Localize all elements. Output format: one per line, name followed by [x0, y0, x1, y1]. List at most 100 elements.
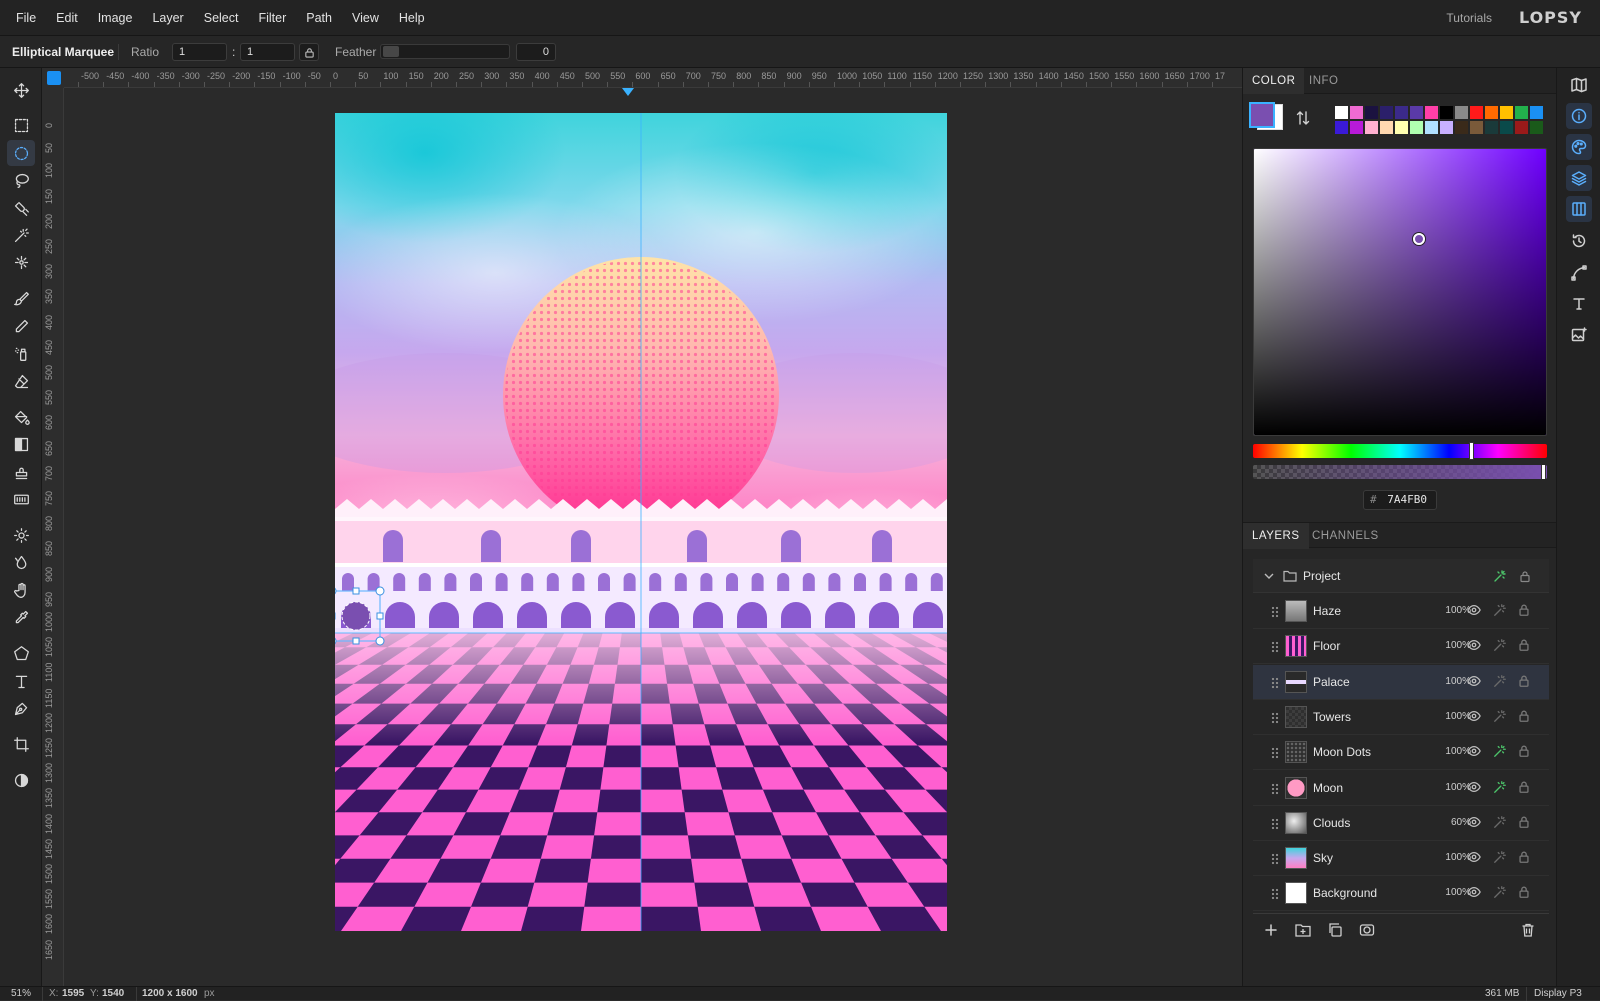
- text-tool[interactable]: [7, 668, 35, 694]
- ratio-width-input[interactable]: 1: [172, 43, 227, 61]
- layer-effects-toggle[interactable]: [1493, 744, 1509, 760]
- pattern-tool[interactable]: [7, 486, 35, 512]
- layer-lock-toggle[interactable]: [1517, 674, 1533, 690]
- color-swatch[interactable]: [1335, 121, 1348, 134]
- menu-layer[interactable]: Layer: [144, 11, 191, 25]
- tab-info[interactable]: INFO: [1300, 68, 1347, 94]
- color-swatch[interactable]: [1440, 106, 1453, 119]
- menu-file[interactable]: File: [8, 11, 44, 25]
- drag-handle-icon[interactable]: [1271, 888, 1279, 900]
- color-swatch[interactable]: [1500, 106, 1513, 119]
- navigator-panel-button[interactable]: [1566, 72, 1592, 98]
- color-swatch[interactable]: [1410, 121, 1423, 134]
- layer-effects-toggle[interactable]: [1493, 603, 1509, 619]
- history-panel-button[interactable]: [1566, 228, 1592, 254]
- visibility-toggle[interactable]: [1467, 744, 1483, 760]
- visibility-toggle[interactable]: [1467, 638, 1483, 654]
- menu-help[interactable]: Help: [391, 11, 433, 25]
- layer-row[interactable]: Floor100%: [1253, 629, 1549, 664]
- gradient-tool[interactable]: [7, 431, 35, 457]
- color-swatch[interactable]: [1425, 121, 1438, 134]
- layer-row[interactable]: Haze100%: [1253, 594, 1549, 629]
- drag-handle-icon[interactable]: [1271, 712, 1279, 724]
- layer-name[interactable]: Clouds: [1313, 816, 1350, 830]
- artwork-canvas[interactable]: [335, 113, 947, 931]
- color-swatch[interactable]: [1425, 106, 1438, 119]
- color-swatch[interactable]: [1380, 106, 1393, 119]
- delete-layer-button[interactable]: [1520, 922, 1536, 941]
- ruler-corner[interactable]: [42, 68, 64, 88]
- color-swatch[interactable]: [1455, 106, 1468, 119]
- rect-marquee-tool[interactable]: [7, 112, 35, 138]
- color-swatch[interactable]: [1350, 121, 1363, 134]
- saturation-value-picker[interactable]: [1253, 148, 1547, 436]
- layer-group-project[interactable]: Project: [1253, 559, 1549, 593]
- lock-icon[interactable]: [1518, 569, 1532, 583]
- layer-effects-toggle[interactable]: [1493, 815, 1509, 831]
- layer-lock-toggle[interactable]: [1517, 850, 1533, 866]
- alpha-slider[interactable]: [1253, 465, 1547, 479]
- layer-name[interactable]: Moon Dots: [1313, 745, 1371, 759]
- add-group-button[interactable]: [1295, 922, 1311, 941]
- chevron-down-icon[interactable]: [1263, 570, 1275, 582]
- ellipse-marquee-tool[interactable]: [7, 140, 35, 166]
- layer-row[interactable]: Palace100%: [1253, 665, 1549, 700]
- spray-tool[interactable]: [7, 340, 35, 366]
- layer-row[interactable]: Sky100%: [1253, 841, 1549, 876]
- color-swatch[interactable]: [1530, 121, 1543, 134]
- guide-marker-top[interactable]: [622, 88, 634, 96]
- feather-slider-handle[interactable]: [383, 46, 399, 57]
- color-swatch[interactable]: [1395, 106, 1408, 119]
- tab-layers[interactable]: LAYERS: [1243, 523, 1309, 549]
- layer-row[interactable]: Background100%: [1253, 876, 1549, 911]
- visibility-toggle[interactable]: [1467, 780, 1483, 796]
- menu-filter[interactable]: Filter: [250, 11, 294, 25]
- ruler-vertical[interactable]: 0501001502002503003504004505005506006507…: [42, 88, 64, 986]
- color-swatch[interactable]: [1470, 121, 1483, 134]
- character-panel-button[interactable]: [1566, 291, 1592, 317]
- eraser-tool[interactable]: [7, 368, 35, 394]
- zoom-level[interactable]: 51%: [11, 988, 31, 999]
- visibility-toggle[interactable]: [1467, 603, 1483, 619]
- stamp-tool[interactable]: [7, 459, 35, 485]
- color-swatch[interactable]: [1515, 121, 1528, 134]
- drag-handle-icon[interactable]: [1271, 783, 1279, 795]
- drag-handle-icon[interactable]: [1271, 818, 1279, 830]
- color-panel-button[interactable]: [1566, 134, 1592, 160]
- image-panel-button[interactable]: [1566, 322, 1592, 348]
- tab-color[interactable]: COLOR: [1243, 68, 1304, 94]
- drag-handle-icon[interactable]: [1271, 677, 1279, 689]
- layer-lock-toggle[interactable]: [1517, 744, 1533, 760]
- layer-name[interactable]: Palace: [1313, 675, 1350, 689]
- polygon-tool[interactable]: [7, 640, 35, 666]
- color-swatch[interactable]: [1485, 106, 1498, 119]
- menu-view[interactable]: View: [344, 11, 387, 25]
- move-tool[interactable]: [7, 77, 35, 103]
- color-swatch[interactable]: [1335, 106, 1348, 119]
- mask-layer-button[interactable]: [1359, 922, 1375, 941]
- layer-row[interactable]: Moon Dots100%: [1253, 735, 1549, 770]
- effects-icon[interactable]: [1493, 569, 1507, 583]
- layer-name[interactable]: Background: [1313, 886, 1377, 900]
- drag-handle-icon[interactable]: [1271, 747, 1279, 759]
- menu-image[interactable]: Image: [90, 11, 141, 25]
- lasso-tool[interactable]: [7, 167, 35, 193]
- magic-wand-tool[interactable]: [7, 222, 35, 248]
- menu-select[interactable]: Select: [196, 11, 247, 25]
- duplicate-layer-button[interactable]: [1327, 922, 1343, 941]
- visibility-toggle[interactable]: [1467, 674, 1483, 690]
- color-swatch[interactable]: [1470, 106, 1483, 119]
- layer-effects-toggle[interactable]: [1493, 638, 1509, 654]
- color-swatch[interactable]: [1500, 121, 1513, 134]
- color-swatch[interactable]: [1440, 121, 1453, 134]
- paths-panel-button[interactable]: [1566, 260, 1592, 286]
- visibility-toggle[interactable]: [1467, 815, 1483, 831]
- quick-select-tool[interactable]: [7, 249, 35, 275]
- swap-colors-button[interactable]: [1295, 110, 1311, 129]
- pen-tool[interactable]: [7, 695, 35, 721]
- brush-tool[interactable]: [7, 285, 35, 311]
- layer-lock-toggle[interactable]: [1517, 780, 1533, 796]
- layer-name[interactable]: Sky: [1313, 851, 1333, 865]
- hex-value[interactable]: 7A4FB0: [1387, 493, 1427, 506]
- layer-row[interactable]: Clouds60%: [1253, 806, 1549, 841]
